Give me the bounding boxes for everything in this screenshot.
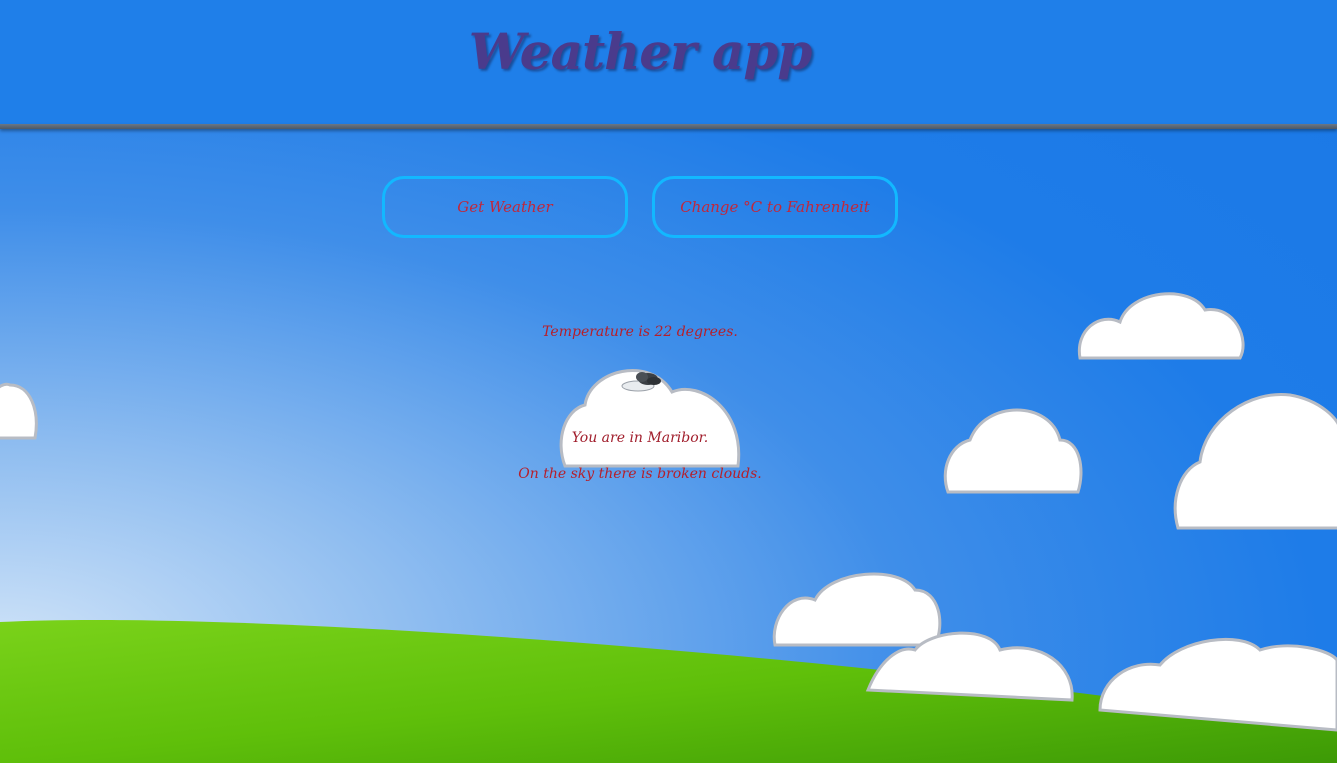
header-divider (0, 124, 1337, 129)
page-title: Weather app (468, 22, 813, 81)
location-text: You are in Maribor. (571, 430, 709, 446)
sky-description-text: On the sky there is broken clouds. (518, 466, 762, 482)
broken-clouds-icon (621, 372, 661, 392)
get-weather-button[interactable]: Get Weather (382, 176, 628, 238)
temperature-text: Temperature is 22 degrees. (542, 324, 738, 340)
change-unit-button[interactable]: Change °C to Fahrenheit (652, 176, 898, 238)
